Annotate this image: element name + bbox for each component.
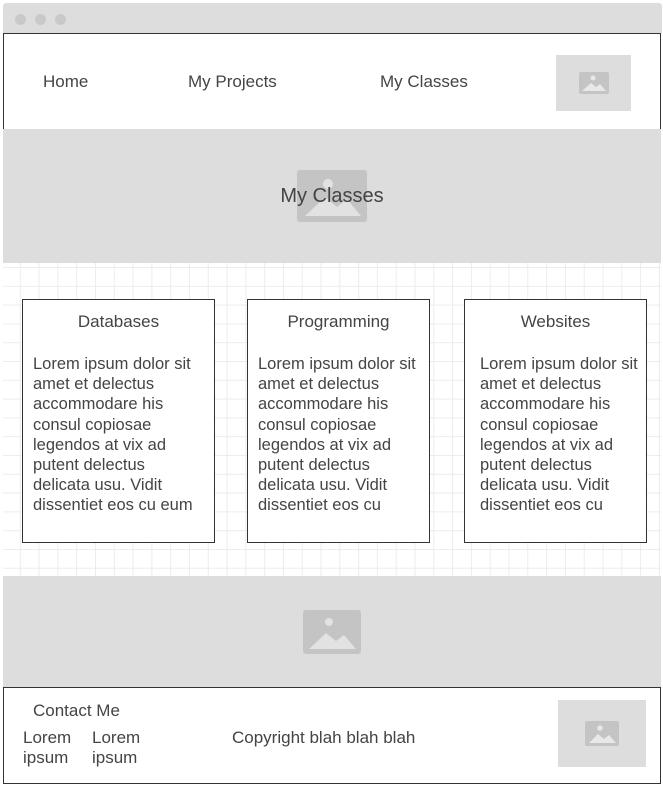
card-body: Lorem ipsum dolor sit amet et delectus a… — [33, 355, 193, 515]
class-card-programming[interactable]: Programming Lorem ipsum dolor sit amet e… — [247, 299, 430, 543]
image-icon — [303, 610, 361, 654]
logo-image-placeholder — [556, 55, 631, 111]
contact-me-label: Contact Me — [33, 701, 120, 720]
banner-image-placeholder — [303, 610, 361, 654]
card-title: Programming — [287, 312, 390, 331]
hero-banner: My Classes — [3, 129, 661, 263]
nav-link-my-projects[interactable]: My Projects — [188, 72, 277, 92]
image-icon — [585, 721, 619, 746]
card-body: Lorem ipsum dolor sit amet et delectus a… — [480, 355, 638, 515]
top-nav: Home My Projects My Classes — [0, 33, 663, 129]
nav-link-my-classes[interactable]: My Classes — [380, 72, 468, 92]
card-body: Lorem ipsum dolor sit amet et delectus a… — [258, 355, 416, 515]
image-icon — [578, 72, 609, 94]
page-title: My Classes — [280, 185, 384, 207]
footer-image-placeholder — [558, 700, 646, 767]
window-dot-icon[interactable] — [35, 14, 46, 25]
window-dot-icon[interactable] — [15, 14, 26, 25]
footer-banner — [3, 576, 661, 687]
class-card-websites[interactable]: Websites Lorem ipsum dolor sit amet et d… — [464, 299, 647, 543]
card-title: Websites — [520, 312, 591, 331]
footer-divider — [3, 687, 661, 688]
class-card-databases[interactable]: Databases Lorem ipsum dolor sit amet et … — [22, 299, 215, 543]
footer-link[interactable]: Lorem ipsum — [92, 728, 148, 768]
window-titlebar — [3, 3, 662, 33]
window-dot-icon[interactable] — [55, 14, 66, 25]
nav-link-home[interactable]: Home — [43, 72, 88, 92]
footer-link[interactable]: Lorem ipsum — [23, 728, 79, 768]
card-title: Databases — [77, 312, 160, 331]
copyright-text: Copyright blah blah blah — [232, 728, 416, 747]
